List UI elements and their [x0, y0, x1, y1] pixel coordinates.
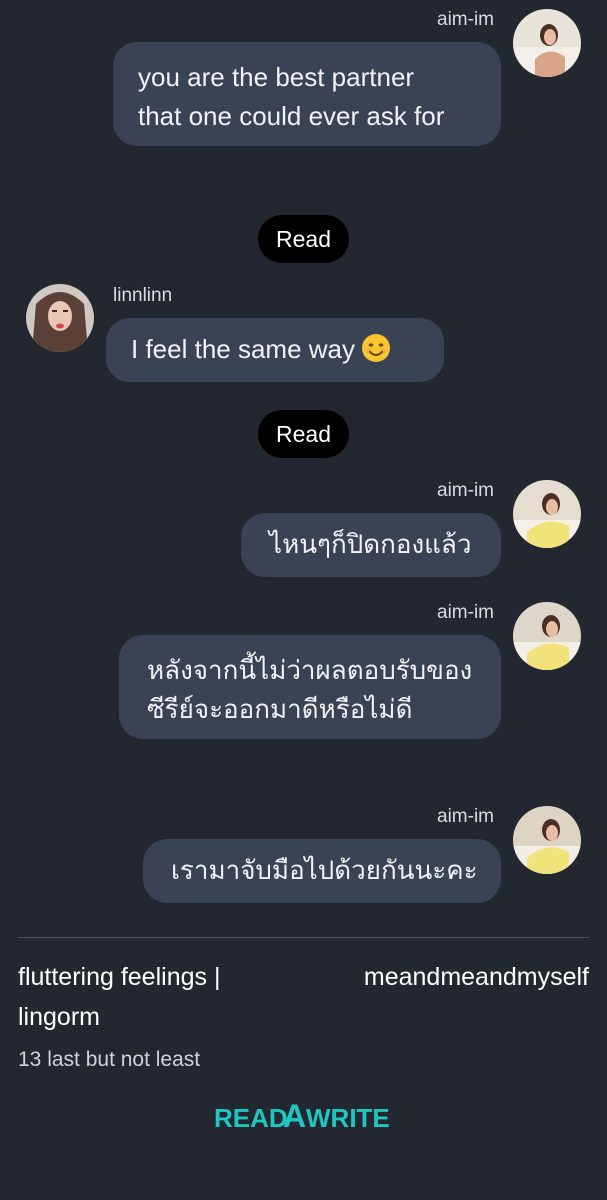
- message-bubble[interactable]: เรามาจับมือไปด้วยกันนะคะ: [143, 839, 501, 903]
- sender-name: aim-im: [437, 480, 494, 501]
- sender-name: aim-im: [437, 9, 494, 30]
- message-bubble[interactable]: I feel the same way: [106, 318, 444, 382]
- message-bubble[interactable]: หลังจากนี้ไม่ว่าผลตอบรับของ ซีรีย์จะออกม…: [119, 635, 501, 739]
- message-text-line: หลังจากนี้ไม่ว่าผลตอบรับของ: [147, 655, 473, 685]
- read-status-badge: Read: [258, 215, 349, 263]
- story-title-line: lingorm: [18, 1003, 100, 1031]
- avatar[interactable]: [513, 602, 581, 670]
- message-text: I feel the same way: [131, 334, 355, 364]
- story-author[interactable]: meandmeandmyself: [364, 957, 589, 997]
- message-text-line: you are the best partner: [138, 62, 415, 92]
- logo-text-a: A: [283, 1098, 306, 1134]
- divider: [18, 937, 589, 938]
- avatar[interactable]: [26, 284, 94, 352]
- logo-text-left: READ: [214, 1103, 288, 1133]
- message-text-line: that one could ever ask for: [138, 101, 445, 131]
- sender-name: aim-im: [437, 806, 494, 827]
- avatar[interactable]: [513, 480, 581, 548]
- chapter-title[interactable]: 13 last but not least: [18, 1048, 200, 1072]
- smiling-face-icon: [361, 333, 391, 374]
- message-bubble[interactable]: ไหนๆก็ปิดกองแล้ว: [241, 513, 501, 577]
- sender-name: linnlinn: [113, 285, 173, 306]
- readawrite-logo: READ A WRITE: [0, 1096, 607, 1136]
- story-title-line: fluttering feelings |: [18, 963, 221, 991]
- read-status-badge: Read: [258, 410, 349, 458]
- message-text-line: ซีรีย์จะออกมาดีหรือไม่ดี: [147, 694, 413, 724]
- story-title[interactable]: fluttering feelings | lingorm: [18, 957, 298, 1037]
- message-text: เรามาจับมือไปด้วยกันนะคะ: [171, 855, 478, 885]
- avatar[interactable]: [513, 806, 581, 874]
- logo-text-right: WRITE: [306, 1103, 390, 1133]
- message-bubble[interactable]: you are the best partner that one could …: [113, 42, 501, 146]
- sender-name: aim-im: [437, 602, 494, 623]
- message-text: ไหนๆก็ปิดกองแล้ว: [269, 529, 472, 559]
- avatar[interactable]: [513, 9, 581, 77]
